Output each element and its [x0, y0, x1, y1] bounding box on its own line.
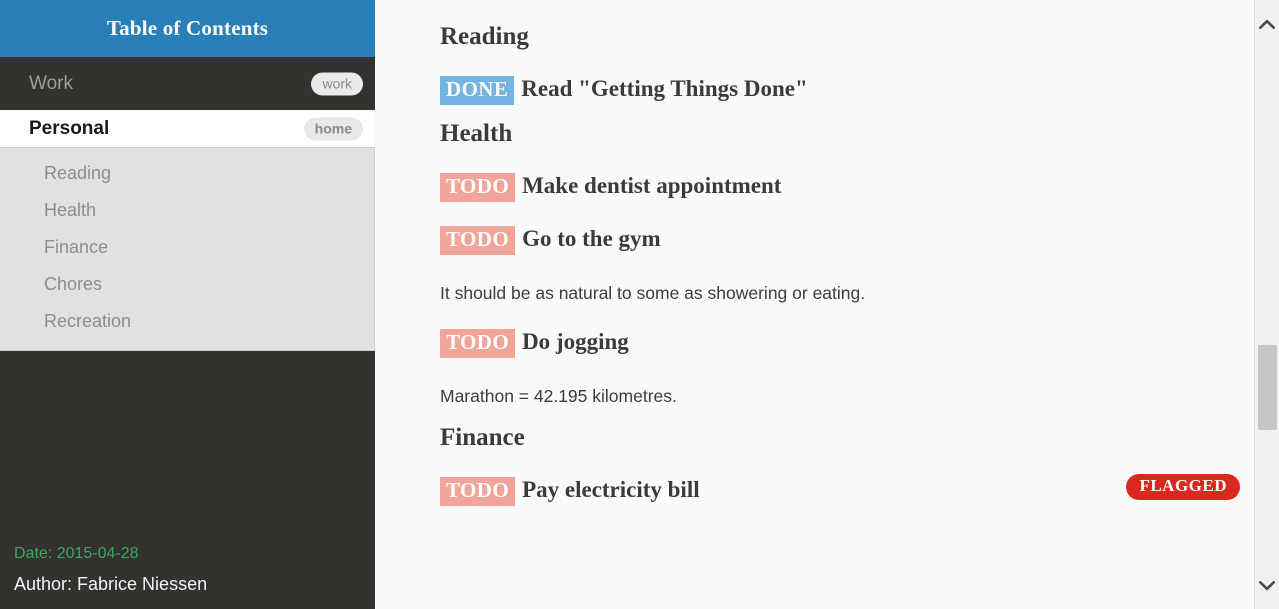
footer-author: Author: Fabrice Niessen: [14, 574, 208, 594]
paragraph: Marathon = 42.195 kilometres.: [440, 386, 677, 407]
sidebar-header-title: Table of Contents: [0, 0, 375, 57]
toc-sub-item-health[interactable]: Health: [0, 192, 374, 229]
toc-sub-item-label: Health: [44, 200, 97, 220]
app-window: Table of Contents Work work Personal home R…: [0, 0, 1279, 609]
chevron-up-icon[interactable]: [1255, 8, 1279, 38]
section-heading: Health: [440, 120, 513, 148]
task-keyword-badge[interactable]: TODO: [440, 476, 516, 506]
task-item[interactable]: TODO Make dentist appointment: [440, 172, 1214, 203]
flagged-tag-badge[interactable]: FLAGGED: [1126, 473, 1240, 500]
toc-item-personal[interactable]: Personal home: [0, 110, 375, 147]
task-title: Go to the gym: [522, 226, 661, 252]
toc-item-label: Work: [29, 72, 73, 94]
toc-item-label: Personal: [29, 117, 110, 139]
task-item[interactable]: DONE Read "Getting Things Done": [440, 75, 1214, 106]
section-heading: Reading: [440, 23, 529, 50]
toc-sub-item-finance[interactable]: Finance: [0, 229, 374, 266]
toc-top-level-list: Work work Personal home: [0, 57, 375, 147]
vertical-scrollbar[interactable]: [1254, 0, 1279, 609]
task-item[interactable]: TODO Pay electricity bill FLAGGED: [440, 473, 1240, 506]
section-heading: Finance: [440, 423, 525, 451]
toc-sub-item-label: Reading: [44, 163, 112, 183]
task-title: Make dentist appointment: [522, 173, 782, 199]
scrollbar-thumb[interactable]: [1258, 345, 1277, 430]
task-keyword-badge[interactable]: DONE: [440, 76, 515, 106]
task-keyword-badge[interactable]: TODO: [440, 226, 516, 255]
document-content-area: Reading DONE Read "Getting Things Done" Hea…: [375, 0, 1254, 609]
document-body: Reading DONE Read "Getting Things Done" Hea…: [375, 0, 1254, 506]
task-title: Pay electricity bill: [522, 476, 700, 502]
toc-item-work[interactable]: Work work: [0, 57, 375, 110]
toc-sub-item-chores[interactable]: Chores: [0, 266, 374, 303]
toc-sub-item-reading[interactable]: Reading: [0, 155, 374, 192]
task-title: Do jogging: [522, 329, 629, 355]
toc-sub-item-label: Finance: [44, 237, 109, 257]
toc-sub-item-label: Chores: [44, 274, 103, 294]
task-item[interactable]: TODO Do jogging: [440, 328, 1214, 359]
task-keyword-badge[interactable]: TODO: [440, 329, 516, 359]
toc-sub-list: Reading Health Finance Chores Recreation: [0, 147, 375, 351]
toc-sub-item-recreation[interactable]: Recreation: [0, 303, 374, 340]
sidebar-footer: Date: 2015-04-28 Author: Fabrice Niessen: [0, 545, 375, 609]
toc-item-tag[interactable]: home: [303, 117, 363, 140]
toc-item-tag[interactable]: work: [311, 72, 363, 95]
task-item[interactable]: TODO Go to the gym: [440, 225, 1214, 255]
footer-date: Date: 2015-04-28: [14, 545, 139, 562]
toc-sub-item-label: Recreation: [44, 311, 132, 331]
table-of-contents-sidebar: Table of Contents Work work Personal home R…: [0, 0, 375, 609]
task-keyword-badge[interactable]: TODO: [440, 173, 516, 203]
paragraph: It should be as natural to some as showe…: [440, 282, 866, 303]
chevron-down-icon[interactable]: [1255, 571, 1279, 601]
task-title: Read "Getting Things Done": [521, 76, 808, 102]
